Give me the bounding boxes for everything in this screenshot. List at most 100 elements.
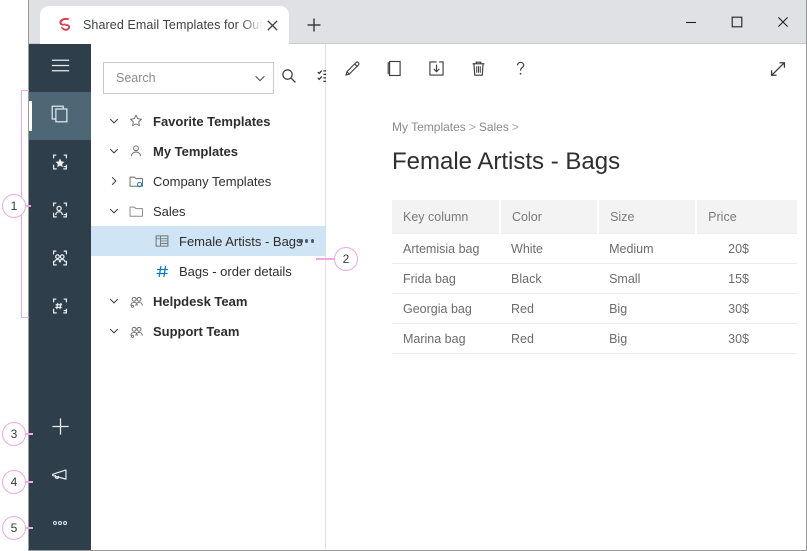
minimize-button[interactable]	[668, 0, 714, 44]
close-window-button[interactable]	[760, 0, 806, 44]
maximize-button[interactable]	[714, 0, 760, 44]
team-icon	[125, 293, 147, 310]
edit-button[interactable]	[336, 55, 368, 87]
table-cell: White	[500, 233, 599, 264]
star-icon	[125, 113, 147, 129]
person-page-icon	[49, 199, 71, 226]
chevron-down-icon[interactable]	[103, 295, 125, 307]
table-cell: Marina bag	[392, 323, 501, 354]
table-column-header: Color	[500, 200, 600, 234]
tree-item-label: My Templates	[153, 143, 239, 159]
group-page-icon	[49, 247, 71, 274]
table-cell: Big	[598, 323, 697, 354]
close-tab-icon[interactable]	[263, 16, 281, 34]
chevron-down-icon[interactable]	[103, 325, 125, 337]
annotation-marker-5: 5	[2, 516, 26, 540]
table-cell: Frida bag	[392, 263, 501, 294]
table-body: Artemisia bag White Medium 20$ Frida bag Blac…	[392, 233, 797, 354]
table-cell: 30$	[696, 293, 797, 324]
table-cell: Red	[500, 323, 599, 354]
annotation-marker-4: 4	[2, 470, 26, 494]
app-logo-icon	[54, 15, 74, 35]
tab-title: Shared Email Templates for Outlo	[83, 18, 263, 32]
title-bar: Shared Email Templates for Outlo	[29, 0, 806, 44]
trash-icon	[468, 58, 489, 84]
delete-button[interactable]	[462, 55, 494, 87]
chevron-down-icon[interactable]	[103, 205, 125, 217]
table-header-row: Key column Color Size Price	[392, 200, 797, 234]
tree-item-label: Female Artists - Bags	[179, 233, 303, 249]
save-button[interactable]	[420, 55, 452, 87]
tree-item-label: Bags - order details	[179, 263, 292, 279]
search-input[interactable]	[114, 70, 253, 86]
tree-item-more-icon[interactable]	[299, 226, 314, 256]
tree-item-bags-order-details[interactable]: Bags - order details	[91, 256, 326, 286]
chevron-right-icon[interactable]	[103, 175, 125, 187]
help-button[interactable]	[504, 55, 536, 87]
table-cell: Georgia bag	[392, 293, 501, 324]
rail-item-hash-templates[interactable]	[29, 284, 91, 332]
megaphone-icon	[49, 464, 71, 491]
breadcrumb-item[interactable]: Sales	[479, 120, 509, 134]
tree-item-my-templates[interactable]: My Templates	[91, 136, 326, 166]
rail-item-my-templates[interactable]	[29, 188, 91, 236]
rail-item-menu[interactable]	[29, 44, 91, 92]
rail-item-add[interactable]	[29, 405, 91, 453]
rail-item-favorite-templates[interactable]	[29, 140, 91, 188]
folder-icon	[125, 203, 147, 220]
tree-item-helpdesk-team[interactable]: Helpdesk Team	[91, 286, 326, 316]
table-icon	[151, 233, 173, 249]
template-table-wrapper: Key column Color Size Price Artemisia bag Wh…	[392, 200, 797, 354]
more-dots-icon	[49, 512, 71, 539]
table-cell: 15$	[696, 263, 797, 294]
tree-item-label: Favorite Templates	[153, 113, 271, 129]
chevron-down-icon[interactable]	[103, 115, 125, 127]
hash-icon	[151, 263, 173, 280]
tree-item-sales[interactable]: Sales	[91, 196, 326, 226]
table-cell: Medium	[598, 233, 697, 264]
copy-icon	[384, 58, 405, 84]
table-cell: Small	[598, 263, 697, 294]
search-box[interactable]	[103, 62, 274, 94]
rail-item-announcements[interactable]	[29, 453, 91, 501]
tree-item-company-templates[interactable]: Company Templates	[91, 166, 326, 196]
hash-page-icon	[49, 295, 71, 322]
expand-button[interactable]	[762, 55, 794, 87]
chevron-down-icon[interactable]	[253, 71, 267, 85]
table-cell: Artemisia bag	[392, 233, 501, 264]
magnifier-icon	[280, 67, 298, 90]
new-tab-button[interactable]	[301, 12, 327, 38]
table-row[interactable]: Frida bag Black Small 15$	[392, 263, 797, 294]
copy-button[interactable]	[378, 55, 410, 87]
annotation-marker-3: 3	[2, 422, 26, 446]
rail-item-more-options[interactable]	[29, 501, 91, 549]
tree-item-label: Support Team	[153, 323, 240, 339]
table-cell: Red	[500, 293, 599, 324]
breadcrumb: My Templates > Sales >	[392, 120, 522, 134]
content-toolbar	[326, 44, 806, 96]
window-controls	[668, 0, 806, 44]
table-row[interactable]: Artemisia bag White Medium 20$	[392, 233, 797, 264]
folder-shared-icon	[125, 173, 147, 190]
tree-item-female-artists-bags[interactable]: Female Artists - Bags	[91, 226, 326, 256]
table-row[interactable]: Georgia bag Red Big 30$	[392, 293, 797, 324]
rail-item-templates[interactable]	[29, 92, 91, 140]
tree-item-favorite-templates[interactable]: Favorite Templates	[91, 106, 326, 136]
tree-item-label: Sales	[153, 203, 186, 219]
annotation-marker-1: 1	[2, 194, 26, 218]
table-row[interactable]: Marina bag Red Big 30$	[392, 323, 797, 354]
breadcrumb-item[interactable]: My Templates	[392, 120, 466, 134]
search-button[interactable]	[274, 62, 304, 94]
tree-item-support-team[interactable]: Support Team	[91, 316, 326, 346]
breadcrumb-separator: >	[511, 120, 519, 134]
star-page-icon	[49, 151, 71, 178]
table-cell: Big	[598, 293, 697, 324]
browser-tab[interactable]: Shared Email Templates for Outlo	[40, 6, 289, 44]
save-download-icon	[426, 58, 447, 84]
table-cell: 30$	[696, 323, 797, 354]
chevron-down-icon[interactable]	[103, 145, 125, 157]
tree-item-label: Company Templates	[153, 173, 272, 189]
tree-item-label: Helpdesk Team	[153, 293, 248, 309]
expand-arrows-icon	[767, 58, 789, 85]
rail-item-team-templates[interactable]	[29, 236, 91, 284]
